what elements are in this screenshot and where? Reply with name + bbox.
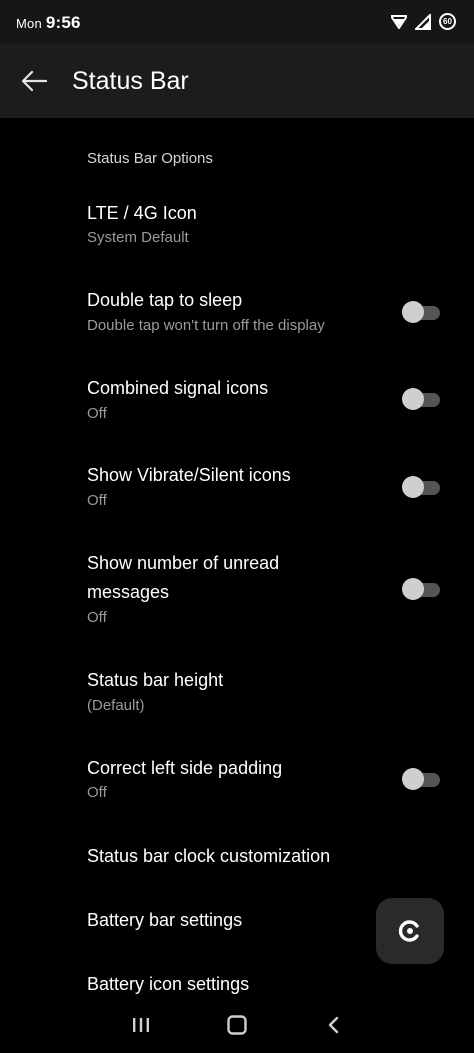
- setting-title: Show Vibrate/Silent icons: [87, 465, 291, 485]
- switch-thumb: [402, 388, 424, 410]
- app-bar: Status Bar: [0, 44, 474, 118]
- switch-thumb: [402, 768, 424, 790]
- arrow-left-icon: [21, 70, 47, 92]
- switch-thumb: [402, 578, 424, 600]
- setting-title-line-1: Show number of unread: [87, 553, 280, 573]
- back-button[interactable]: [14, 61, 54, 101]
- setting-title: Double tap to sleep: [87, 290, 243, 310]
- setting-summary: Double tap won't turn off the display: [87, 317, 325, 334]
- system-navigation-bar: [0, 998, 474, 1053]
- setting-combined-signal-icons[interactable]: Combined signal icons Off: [0, 364, 474, 444]
- setting-summary: Off: [87, 492, 107, 509]
- setting-summary: Off: [87, 405, 107, 422]
- system-status-bar: Mon 9:56 60: [0, 0, 474, 44]
- double-tap-to-sleep-switch[interactable]: [402, 301, 442, 323]
- show-vibrate-silent-icons-switch[interactable]: [402, 476, 442, 498]
- correct-left-side-padding-switch[interactable]: [402, 768, 442, 790]
- setting-show-vibrate-silent-icons[interactable]: Show Vibrate/Silent icons Off: [0, 452, 474, 532]
- setting-status-bar-height[interactable]: Status bar height (Default): [0, 658, 474, 730]
- clock: Mon 9:56: [16, 13, 81, 33]
- status-icons: 60: [391, 13, 456, 30]
- home-button[interactable]: [222, 1012, 252, 1038]
- setting-correct-left-side-padding[interactable]: Correct left side padding Off: [0, 746, 474, 826]
- setting-show-unread-messages-count[interactable]: Show number of unread messages Off: [0, 540, 474, 640]
- setting-title: Status bar height: [87, 670, 224, 690]
- setting-summary: System Default: [87, 229, 189, 246]
- setting-summary: Off: [87, 609, 107, 626]
- combined-signal-icons-switch[interactable]: [402, 388, 442, 410]
- setting-summary: Off: [87, 784, 107, 801]
- floating-action-button[interactable]: [376, 898, 444, 964]
- back-icon: [328, 1016, 339, 1034]
- setting-title: LTE / 4G Icon: [87, 203, 197, 223]
- recents-button[interactable]: [126, 1012, 156, 1038]
- custom-rom-logo-icon: [398, 920, 419, 942]
- battery-level: 60: [443, 17, 452, 26]
- wifi-icon: [391, 14, 407, 29]
- setting-battery-icon[interactable]: Battery icon settings: [0, 962, 474, 998]
- setting-status-bar-clock-customization[interactable]: Status bar clock customization: [0, 834, 474, 884]
- clock-day: Mon: [16, 16, 42, 31]
- clock-time: 9:56: [45, 13, 81, 32]
- nav-back-button[interactable]: [318, 1012, 348, 1038]
- section-header: Status Bar Options: [87, 150, 213, 167]
- setting-title: Combined signal icons: [87, 378, 269, 398]
- setting-title: Battery icon settings: [87, 974, 250, 994]
- show-unread-messages-switch[interactable]: [402, 578, 442, 600]
- setting-summary: (Default): [87, 697, 145, 714]
- switch-thumb: [402, 476, 424, 498]
- setting-title: Status bar clock customization: [87, 846, 331, 866]
- setting-lte-icon[interactable]: LTE / 4G Icon System Default: [0, 188, 474, 260]
- setting-title-line-2: messages: [87, 582, 170, 602]
- switch-thumb: [402, 301, 424, 323]
- signal-icon: [415, 13, 431, 30]
- setting-title: Correct left side padding: [87, 758, 283, 778]
- setting-double-tap-to-sleep[interactable]: Double tap to sleep Double tap won't tur…: [0, 276, 474, 356]
- battery-icon: 60: [439, 13, 456, 30]
- setting-title: Battery bar settings: [87, 910, 243, 930]
- recents-icon: [133, 1018, 149, 1032]
- home-icon: [227, 1015, 247, 1035]
- page-title: Status Bar: [72, 67, 189, 95]
